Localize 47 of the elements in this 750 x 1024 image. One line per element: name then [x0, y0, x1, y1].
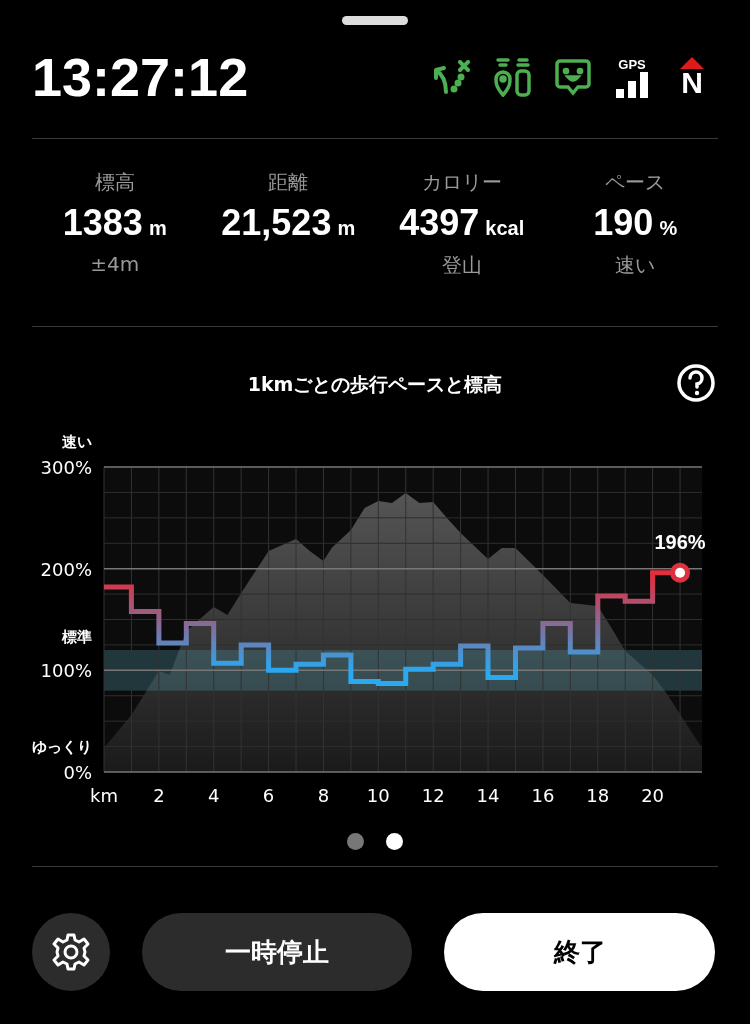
- stat-label: カロリー: [421, 169, 502, 196]
- y-tick-label: 0%: [63, 762, 92, 783]
- x-tick-label: 16: [531, 785, 555, 806]
- x-tick-label: 4: [208, 785, 220, 806]
- x-tick-label: 8: [317, 785, 330, 806]
- stat-label: ペース: [605, 169, 666, 196]
- stat-value: 1383 m: [62, 202, 167, 244]
- stat-value: 4397 kcal: [399, 202, 525, 244]
- chart-title: 1kmごとの歩行ペースと標高: [247, 372, 503, 397]
- route-off-icon[interactable]: [432, 60, 472, 94]
- north-triangle-icon: [680, 57, 704, 69]
- signal-bars-icon: [615, 71, 649, 98]
- gps-label: GPS: [618, 56, 646, 72]
- x-tick-label: 14: [476, 785, 500, 806]
- location-phone-icon[interactable]: [492, 57, 534, 97]
- x-tick-label: 20: [641, 785, 665, 806]
- pause-button[interactable]: 一時停止: [142, 913, 412, 991]
- chat-face-icon[interactable]: [554, 58, 592, 96]
- help-icon[interactable]: [676, 363, 716, 403]
- x-tick-label: 18: [586, 785, 610, 806]
- compass-north[interactable]: N: [681, 69, 703, 97]
- clock-time: 13:27:12: [32, 46, 250, 108]
- settings-icon: [51, 932, 91, 972]
- x-tick-label: km: [90, 785, 118, 806]
- pace-level-label: 速い: [62, 433, 92, 451]
- x-tick-label: 10: [366, 785, 390, 806]
- pace-level-label: 標準: [62, 628, 92, 646]
- stat-note: 速い: [615, 252, 656, 279]
- x-tick-label: 2: [153, 785, 165, 806]
- stat-note: ±4m: [90, 252, 140, 276]
- stat-value: 190 %: [593, 202, 678, 244]
- x-tick-label: 6: [262, 785, 275, 806]
- current-pace-label: 196%: [654, 530, 706, 553]
- y-tick-label: 300%: [40, 457, 92, 478]
- stat-label: 標高: [94, 169, 135, 196]
- x-tick-label: 12: [421, 785, 445, 806]
- stat-label: 距離: [268, 169, 309, 196]
- drag-handle[interactable]: [342, 16, 408, 25]
- current-pace-marker: [670, 562, 691, 583]
- page-dot[interactable]: [347, 833, 364, 850]
- finish-button[interactable]: 終了: [444, 913, 715, 991]
- stat-note: 登山: [441, 252, 482, 279]
- page-dot[interactable]: [386, 833, 403, 850]
- y-tick-label: 200%: [40, 558, 92, 580]
- pace-level-label: ゆっくり: [32, 738, 92, 756]
- stat-value: 21,523 m: [221, 202, 356, 244]
- y-tick-label: 100%: [40, 660, 92, 682]
